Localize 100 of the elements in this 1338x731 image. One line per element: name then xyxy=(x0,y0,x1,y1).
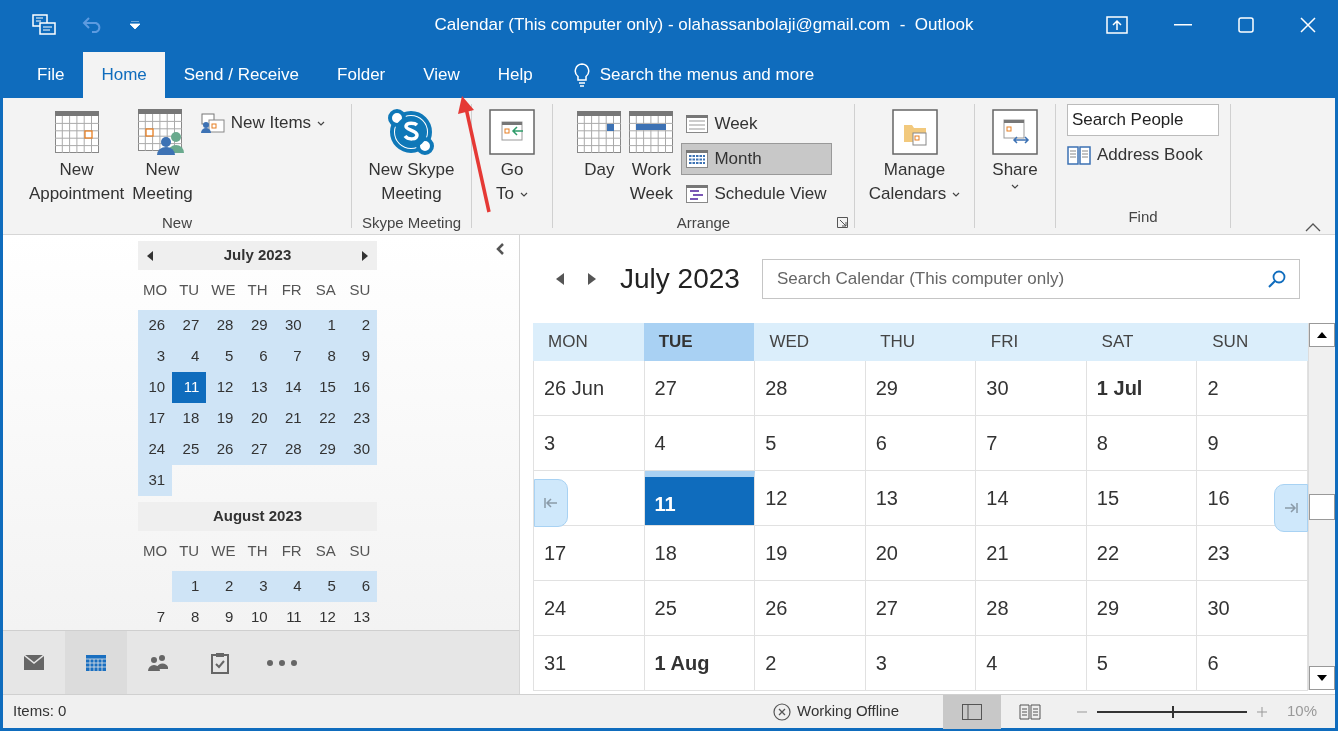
day-number[interactable]: 4 xyxy=(654,432,666,454)
nav-button[interactable] xyxy=(65,631,127,694)
date-cell[interactable]: 15 xyxy=(308,372,343,403)
date-cell[interactable]: 1 xyxy=(308,310,343,341)
ribbon-button[interactable]: New Appointment xyxy=(26,104,127,212)
date-cell[interactable]: 16 xyxy=(342,372,377,403)
date-cell[interactable]: 28 xyxy=(206,310,241,341)
day-number[interactable]: 30 xyxy=(1207,597,1230,619)
customize-icon[interactable] xyxy=(130,21,140,29)
day-number[interactable]: 5 xyxy=(765,432,777,454)
date-cell[interactable]: 5 xyxy=(308,571,343,602)
ribbon-tab[interactable]: Home xyxy=(83,52,165,98)
date-cell[interactable]: 13 xyxy=(240,372,275,403)
restore-ribbon-icon[interactable] xyxy=(1106,16,1128,34)
day-number[interactable]: 27 xyxy=(654,377,677,399)
ribbon-button[interactable]: New Skype Meeting xyxy=(366,104,457,212)
scroll-thumb[interactable] xyxy=(1309,493,1335,520)
tell-me-search-field[interactable]: Search the menus and more xyxy=(599,62,900,88)
day-cell[interactable] xyxy=(534,471,645,526)
maximize-icon[interactable] xyxy=(1238,17,1254,33)
date-cell[interactable]: 6 xyxy=(240,341,275,372)
ribbon-button[interactable]: Week xyxy=(681,108,832,140)
date-cell[interactable]: 30 xyxy=(274,310,309,341)
day-number[interactable]: 1 Jul xyxy=(1096,377,1143,399)
previous-month-icon[interactable] xyxy=(556,273,565,285)
ribbon-tab[interactable]: Help xyxy=(478,52,552,98)
day-number[interactable]: 6 xyxy=(875,432,887,454)
day-number[interactable]: 4 xyxy=(986,652,998,674)
ribbon-tab[interactable]: Folder xyxy=(318,52,405,98)
ribbon-button[interactable]: Go To xyxy=(487,104,537,212)
day-number[interactable]: 24 xyxy=(544,597,567,619)
vertical-scrollbar[interactable] xyxy=(1308,323,1335,690)
date-cell[interactable]: 11 xyxy=(172,372,207,403)
day-number[interactable]: 30 xyxy=(986,377,1009,399)
ribbon-button[interactable]: Work Week xyxy=(627,104,676,212)
close-icon[interactable] xyxy=(1300,17,1316,33)
date-cell[interactable]: 25 xyxy=(172,434,207,465)
day-number[interactable]: 12 xyxy=(765,487,788,509)
date-cell[interactable]: 26 xyxy=(138,310,173,341)
date-cell[interactable]: 27 xyxy=(172,310,207,341)
scroll-down-icon[interactable] xyxy=(1317,675,1327,681)
date-cell[interactable]: 10 xyxy=(240,602,275,630)
send-receive-icon[interactable] xyxy=(32,14,56,36)
day-number[interactable]: 9 xyxy=(1207,432,1219,454)
dialog-launcher-icon[interactable] xyxy=(837,217,848,228)
day-number[interactable]: 28 xyxy=(765,377,788,399)
date-cell[interactable]: 14 xyxy=(274,372,309,403)
day-number[interactable]: 22 xyxy=(1096,542,1120,564)
previous-month-icon[interactable] xyxy=(147,250,153,261)
date-cell[interactable]: 13 xyxy=(342,602,377,630)
day-number[interactable]: 11 xyxy=(654,493,676,515)
day-number[interactable]: 16 xyxy=(1207,487,1230,509)
date-cell[interactable]: 2 xyxy=(206,571,241,602)
ribbon-tab[interactable]: Send / Receive xyxy=(164,52,319,98)
date-cell[interactable]: 12 xyxy=(206,372,241,403)
date-cell[interactable]: 27 xyxy=(240,434,275,465)
day-number[interactable]: 29 xyxy=(1096,597,1120,619)
date-cell[interactable]: 6 xyxy=(342,571,377,602)
day-number[interactable]: 25 xyxy=(654,597,677,619)
ribbon-button[interactable]: Day xyxy=(575,104,624,212)
day-number[interactable]: 2 xyxy=(765,652,777,674)
date-cell[interactable]: 1 xyxy=(172,571,207,602)
date-cell[interactable]: 20 xyxy=(240,403,275,434)
search-people-field[interactable]: Search People xyxy=(1067,104,1219,136)
day-number[interactable]: 21 xyxy=(986,542,1009,564)
ribbon-button[interactable]: Share xyxy=(990,104,1040,212)
date-cell[interactable]: 21 xyxy=(274,403,309,434)
address-book-button[interactable]: Address Book xyxy=(1067,142,1219,168)
date-cell[interactable]: 3 xyxy=(240,571,275,602)
day-number[interactable]: 31 xyxy=(544,652,567,674)
view-button[interactable] xyxy=(943,694,1001,729)
day-number[interactable]: 2 xyxy=(1207,377,1219,399)
ribbon-button[interactable]: Month xyxy=(681,143,832,175)
next-month-icon[interactable] xyxy=(587,273,596,285)
day-number[interactable]: 7 xyxy=(986,432,998,454)
day-number[interactable]: 26 Jun xyxy=(544,377,605,399)
date-cell[interactable]: 22 xyxy=(308,403,343,434)
search-icon[interactable] xyxy=(1268,270,1286,288)
date-cell[interactable]: 12 xyxy=(308,602,343,630)
ribbon-button[interactable]: New Meeting xyxy=(130,104,195,212)
next-month-icon[interactable] xyxy=(362,250,368,261)
ribbon-button[interactable]: Schedule View xyxy=(681,178,832,210)
date-cell[interactable]: 17 xyxy=(138,403,173,434)
day-number[interactable]: 26 xyxy=(765,597,788,619)
day-number[interactable]: 19 xyxy=(765,542,788,564)
day-number[interactable]: 8 xyxy=(1096,432,1108,454)
date-cell[interactable]: 18 xyxy=(172,403,207,434)
day-number[interactable]: 28 xyxy=(986,597,1009,619)
date-cell[interactable]: 3 xyxy=(138,341,173,372)
day-number[interactable]: 18 xyxy=(654,542,677,564)
date-cell[interactable]: 26 xyxy=(206,434,241,465)
date-cell[interactable]: 7 xyxy=(274,341,309,372)
date-cell[interactable]: 7 xyxy=(138,602,173,630)
ribbon-tab[interactable]: View xyxy=(404,52,479,98)
day-number[interactable]: 17 xyxy=(544,542,567,564)
day-number[interactable]: 1 Aug xyxy=(654,652,710,674)
date-cell[interactable]: 4 xyxy=(172,341,207,372)
date-cell[interactable]: 5 xyxy=(206,341,241,372)
date-cell[interactable]: 29 xyxy=(240,310,275,341)
date-cell[interactable]: 2 xyxy=(342,310,377,341)
